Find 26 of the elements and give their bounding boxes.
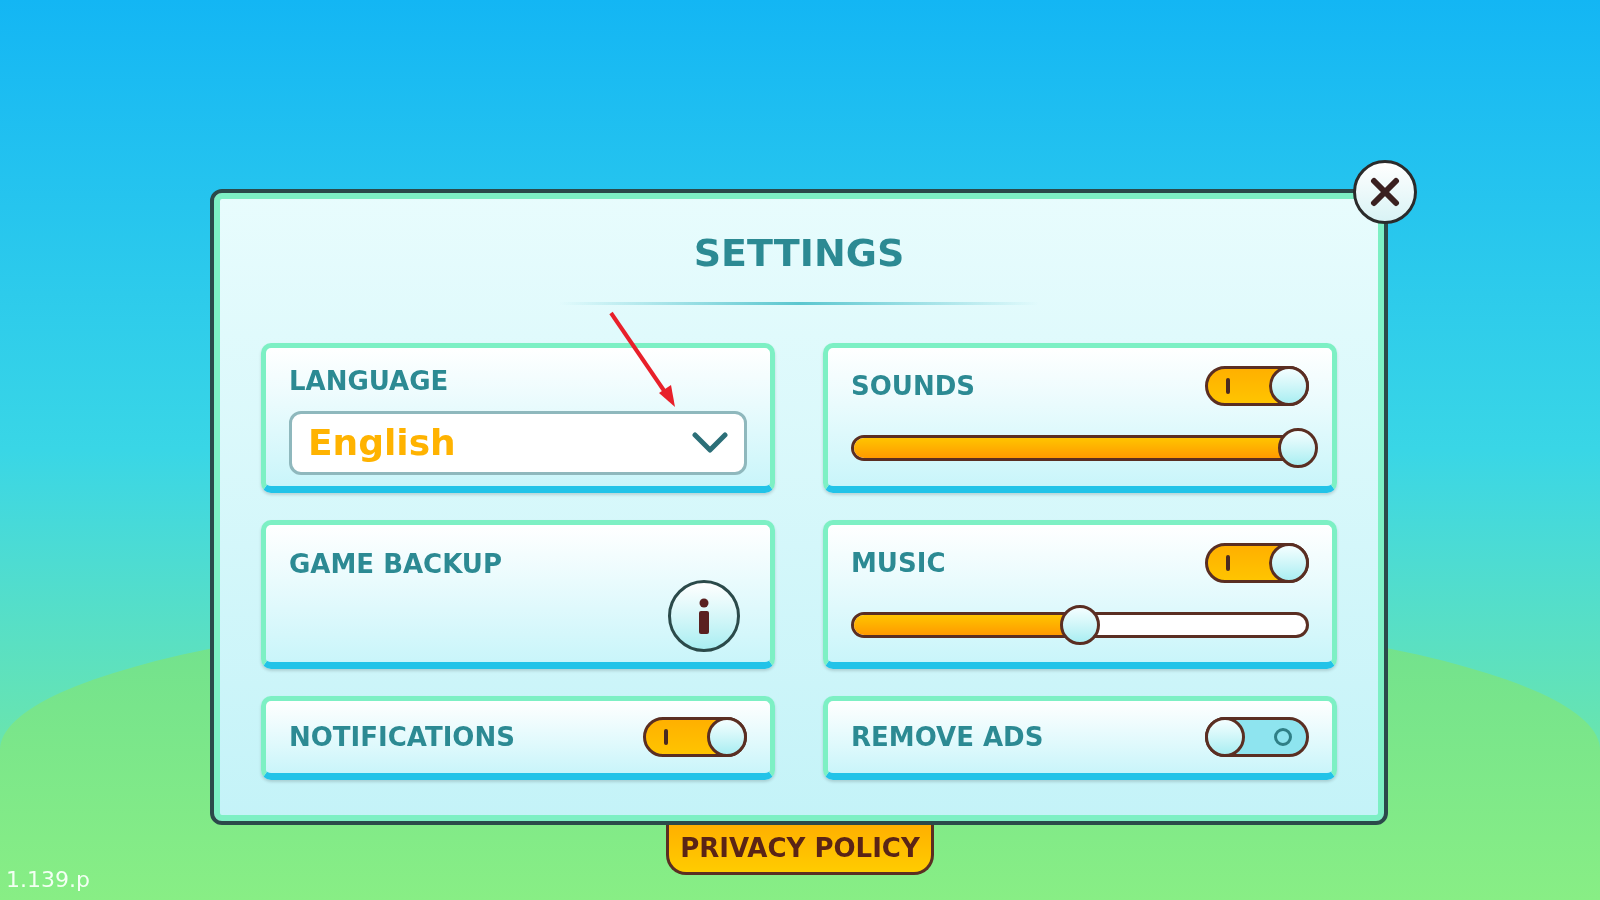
toggle-knob — [1269, 366, 1309, 406]
notifications-label: NOTIFICATIONS — [289, 720, 515, 754]
close-icon — [1370, 177, 1400, 207]
slider-thumb[interactable] — [1278, 428, 1318, 468]
toggle-knob — [1205, 717, 1245, 757]
language-label: LANGUAGE — [289, 365, 450, 398]
version-label: 1.139.p — [6, 866, 90, 894]
sounds-label: SOUNDS — [851, 369, 975, 403]
toggle-knob — [707, 717, 747, 757]
music-label: MUSIC — [851, 546, 946, 580]
slider-thumb[interactable] — [1060, 605, 1100, 645]
privacy-policy-button[interactable]: PRIVACY POLICY — [666, 825, 934, 875]
toggle-switch[interactable] — [1205, 543, 1309, 583]
dialog-title: SETTINGS — [692, 230, 906, 277]
toggle-switch[interactable] — [643, 717, 747, 757]
chevron-down-icon — [692, 432, 728, 454]
toggle-switch[interactable] — [1205, 366, 1309, 406]
game-backup-label: GAME BACKUP — [289, 549, 503, 579]
toggle-knob — [1269, 543, 1309, 583]
on-bar-icon — [1226, 555, 1230, 571]
toggle-switch[interactable] — [1205, 717, 1309, 757]
info-icon — [697, 598, 711, 634]
close-button[interactable] — [1353, 160, 1417, 224]
remove-ads-label: REMOVE ADS — [851, 720, 1044, 754]
on-bar-icon — [1226, 378, 1230, 394]
on-bar-icon — [664, 729, 668, 745]
